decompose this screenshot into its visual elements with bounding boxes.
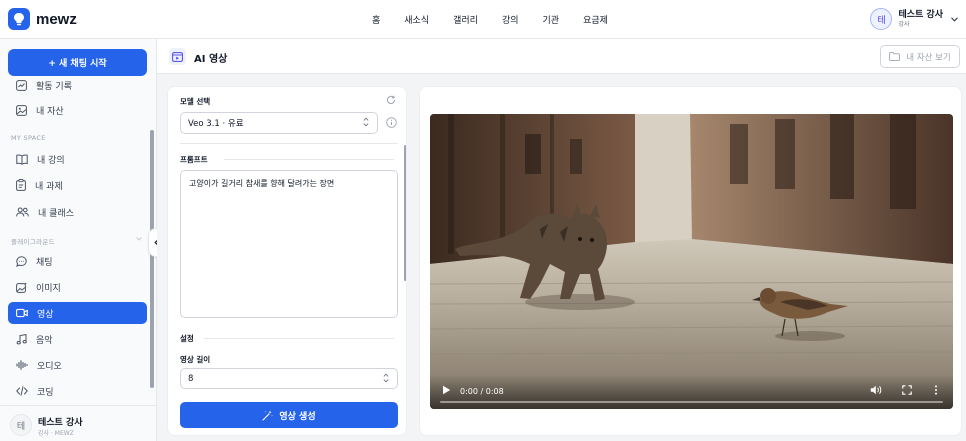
sidebar-item-label: 이미지 (36, 283, 61, 294)
top-nav: mewz 홈 새소식 갤러리 강의 기관 요금제 테 테스트 강사 강사 (0, 0, 966, 39)
sidebar-item-assets[interactable]: 내 자산 (8, 99, 147, 121)
nav-news[interactable]: 새소식 (404, 13, 429, 26)
sidebar-item-my-assignments[interactable]: 내 과제 (8, 174, 147, 196)
avatar: 테 (870, 8, 893, 30)
chat-icon (16, 255, 27, 267)
main-nav: 홈 새소식 갤러리 강의 기관 요금제 (372, 13, 632, 26)
activity-icon (16, 79, 27, 91)
section-my-space: MY SPACE (11, 134, 46, 142)
user-name: 테스트 강사 (898, 9, 943, 20)
generate-video-button[interactable]: 영상 생성 (180, 402, 398, 428)
sidebar-item-label: 오디오 (37, 361, 62, 372)
length-label: 영상 길이 (180, 355, 211, 364)
nav-home[interactable]: 홈 (372, 13, 380, 26)
section-playground: 플레이그라운드 (11, 238, 55, 246)
sidebar-scrollbar[interactable] (150, 130, 154, 388)
sidebar-item-video[interactable]: 영상 (8, 302, 147, 324)
sidebar-item-image[interactable]: 이미지 (8, 276, 147, 298)
sidebar-item-label: 채팅 (36, 257, 53, 268)
prompt-textarea[interactable]: 고양이가 길거리 참새를 향해 달려가는 장면 (180, 170, 398, 318)
select-updown-icon (363, 117, 369, 128)
brand-name: mewz (36, 10, 77, 28)
generation-form: 모델 선택 Veo 3.1 · 유료 프롬프트 고양이가 길거리 참새를 향해 … (167, 86, 407, 436)
sidebar-item-label: 영상 (37, 309, 54, 320)
prompt-label: 프롬프트 (180, 155, 208, 164)
video-time: 0:00 / 0:08 (460, 387, 504, 396)
sidebar-item-my-classes[interactable]: 내 클래스 (8, 201, 147, 223)
settings-label: 설정 (180, 334, 194, 343)
users-icon (16, 207, 29, 217)
video-length-value: 8 (188, 373, 194, 384)
profile-name: 테스트 강사 (38, 418, 83, 428)
user-role: 강사 (898, 20, 910, 28)
sidebar-item-my-lectures[interactable]: 내 강의 (8, 148, 147, 170)
sidebar-item-coding[interactable]: 코딩 (8, 380, 147, 402)
video-icon (16, 308, 28, 318)
video-player[interactable]: 0:00 / 0:08 (430, 114, 953, 409)
nav-gallery[interactable]: 갤러리 (453, 13, 478, 26)
clipboard-icon (16, 179, 26, 191)
sidebar-item-chat[interactable]: 채팅 (8, 250, 147, 272)
divider (204, 338, 394, 339)
model-select-value: Veo 3.1 · 유료 (188, 119, 244, 129)
sidebar-item-label: 내 자산 (36, 106, 64, 117)
sidebar-item-label: 활동 기록 (36, 81, 72, 92)
code-icon (16, 386, 28, 396)
sidebar-item-label: 내 과제 (35, 181, 63, 192)
volume-icon[interactable] (870, 385, 882, 395)
video-preview-panel: 0:00 / 0:08 (419, 86, 962, 436)
view-assets-button[interactable]: 내 자산 보기 (880, 45, 960, 68)
book-icon (16, 154, 28, 165)
page-title: AI 영상 (194, 54, 228, 65)
main-content: AI 영상 내 자산 보기 모델 선택 Veo 3.1 · 유료 프롬프트 고양… (157, 39, 966, 441)
video-progress-bar[interactable] (440, 401, 943, 403)
video-controls: 0:00 / 0:08 (430, 375, 953, 409)
lightbulb-icon (8, 8, 30, 30)
image-sparkle-icon (16, 281, 27, 293)
sidebar-profile[interactable]: 테 테스트 강사 강사 · MEWZ (0, 405, 156, 441)
sidebar-item-label: 내 강의 (37, 155, 65, 166)
nav-institutions[interactable]: 기관 (543, 13, 560, 26)
panel-scrollbar[interactable] (404, 145, 406, 281)
sidebar-item-activity[interactable]: 활동 기록 (8, 74, 147, 96)
new-chat-button[interactable]: + 새 채팅 시작 (8, 49, 147, 76)
page-header: AI 영상 내 자산 보기 (157, 39, 966, 74)
sidebar-item-label: 내 클래스 (38, 208, 74, 219)
video-length-input[interactable]: 8 (180, 368, 398, 389)
divider (180, 143, 398, 144)
sidebar-item-label: 음악 (36, 335, 53, 346)
sidebar: + 새 채팅 시작 활동 기록 내 자산 MY SPACE 내 강의 내 과제 … (0, 39, 157, 441)
more-options-icon[interactable] (934, 385, 938, 395)
music-icon (16, 333, 27, 344)
generate-button-label: 영상 생성 (279, 411, 316, 422)
chevron-down-icon (951, 15, 958, 24)
fullscreen-icon[interactable] (902, 385, 912, 395)
view-assets-label: 내 자산 보기 (906, 52, 951, 63)
video-frame (430, 114, 953, 409)
video-app-icon (169, 48, 186, 65)
logo[interactable]: mewz (8, 8, 77, 30)
chevron-down-icon[interactable] (136, 237, 142, 241)
nav-lectures[interactable]: 강의 (502, 13, 519, 26)
folder-icon (889, 52, 901, 61)
sidebar-item-audio[interactable]: 오디오 (8, 354, 147, 376)
model-select[interactable]: Veo 3.1 · 유료 (180, 112, 378, 134)
avatar: 테 (10, 414, 32, 436)
divider (224, 159, 394, 160)
refresh-icon[interactable] (386, 95, 396, 105)
profile-org: 강사 · MEWZ (38, 430, 74, 437)
info-icon[interactable] (386, 117, 397, 128)
model-label: 모델 선택 (180, 97, 211, 106)
waveform-icon (16, 360, 28, 370)
nav-pricing[interactable]: 요금제 (583, 13, 608, 26)
image-icon (16, 104, 27, 116)
stepper-icon[interactable] (383, 373, 389, 384)
sidebar-item-music[interactable]: 음악 (8, 328, 147, 350)
magic-wand-icon (262, 410, 274, 421)
sidebar-item-label: 코딩 (37, 387, 54, 398)
play-icon[interactable] (442, 385, 451, 395)
user-menu[interactable]: 테 테스트 강사 강사 (870, 8, 958, 30)
